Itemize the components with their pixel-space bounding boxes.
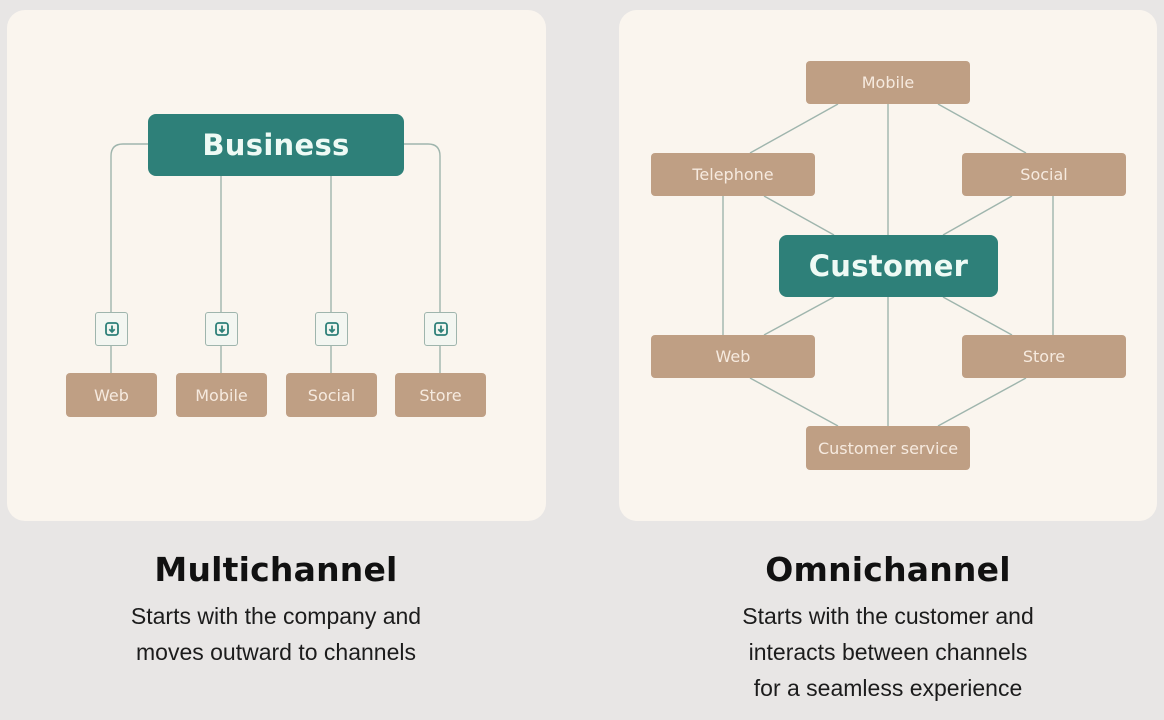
business-hub-node: Business xyxy=(148,114,404,176)
download-arrow-icon xyxy=(205,312,238,346)
omnichannel-node-social: Social xyxy=(962,153,1126,196)
description-line: Starts with the customer and xyxy=(742,603,1034,629)
multichannel-node-social: Social xyxy=(286,373,377,417)
omnichannel-node-store: Store xyxy=(962,335,1126,378)
multichannel-node-mobile: Mobile xyxy=(176,373,267,417)
node-label: Social xyxy=(307,385,356,405)
customer-hub-label: Customer xyxy=(808,249,969,283)
multichannel-diagram-panel xyxy=(7,10,546,521)
description-line: interacts between channels xyxy=(748,639,1028,665)
omnichannel-node-mobile: Mobile xyxy=(806,61,970,104)
omnichannel-node-telephone: Telephone xyxy=(651,153,815,196)
description-line: Starts with the company and xyxy=(130,603,422,629)
node-label: Customer service xyxy=(817,438,959,458)
node-label: Mobile xyxy=(195,385,248,405)
download-arrow-icon xyxy=(424,312,457,346)
multichannel-description: Starts with the company and moves outwar… xyxy=(0,598,552,670)
node-label: Social xyxy=(1020,165,1068,184)
omnichannel-title: Omnichannel xyxy=(765,550,1011,589)
multichannel-caption: Multichannel Starts with the company and… xyxy=(0,550,552,670)
node-label: Web xyxy=(715,347,751,366)
omnichannel-description: Starts with the customer and interacts b… xyxy=(612,598,1164,706)
description-line: moves outward to channels xyxy=(136,639,416,665)
node-label: Mobile xyxy=(861,73,915,92)
download-arrow-icon xyxy=(315,312,348,346)
business-hub-label: Business xyxy=(202,128,350,162)
multichannel-title: Multichannel xyxy=(154,550,398,589)
node-label: Telephone xyxy=(692,165,774,184)
customer-hub-node: Customer xyxy=(779,235,998,297)
omnichannel-node-web: Web xyxy=(651,335,815,378)
omnichannel-node-customer-service: Customer service xyxy=(806,426,970,470)
node-label: Store xyxy=(419,385,462,405)
description-line: for a seamless experience xyxy=(753,675,1023,701)
multichannel-node-web: Web xyxy=(66,373,157,417)
node-label: Store xyxy=(1022,347,1066,366)
download-arrow-icon xyxy=(95,312,128,346)
omnichannel-caption: Omnichannel Starts with the customer and… xyxy=(612,550,1164,706)
multichannel-node-store: Store xyxy=(395,373,486,417)
node-label: Web xyxy=(94,385,129,405)
